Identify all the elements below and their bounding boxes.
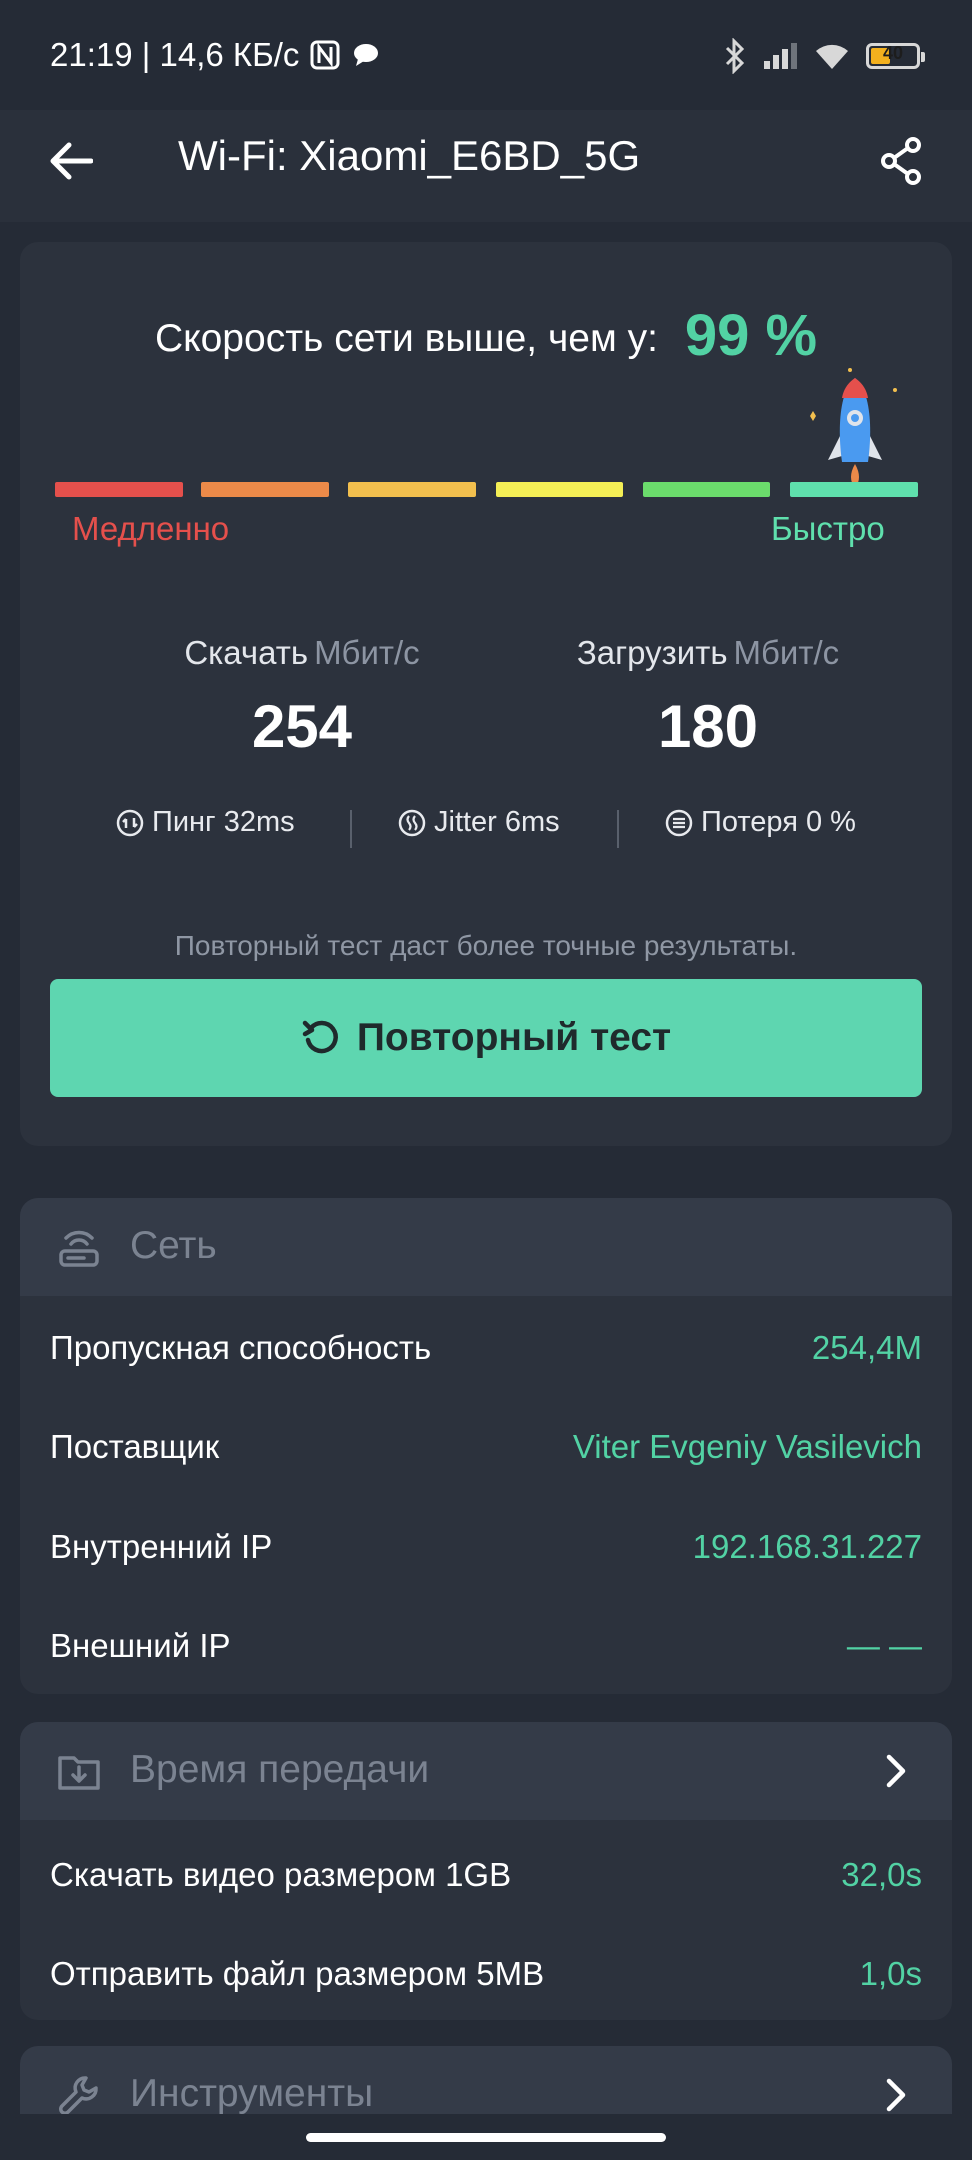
message-icon (354, 44, 379, 66)
share-button[interactable] (868, 128, 934, 194)
app-bar: Wi-Fi: Xiaomi_E6BD_5G (0, 110, 972, 222)
download-value: 254 (251, 693, 353, 760)
speed-scale-segment (790, 482, 918, 497)
download-unit: Мбит/с (314, 634, 420, 671)
loss-value: Потеря 0 % (701, 806, 856, 838)
result-card: Скорость сети выше, чем у: 99 % Медленно… (20, 242, 952, 1146)
router-icon (59, 1230, 99, 1267)
row-label: Внутренний IP (50, 1528, 273, 1565)
download-label-line: Скачать Мбит/с (92, 634, 512, 672)
row-value: — — (846, 1627, 922, 1664)
back-button[interactable] (38, 128, 104, 194)
upload-label: Загрузить (576, 634, 728, 671)
transfer-section-title: Время передачи (130, 1748, 430, 1791)
slow-label: Медленно (72, 510, 230, 547)
download-speed: Скачать Мбит/с 254 (92, 634, 512, 761)
retest-button-label: Повторный тест (356, 1016, 672, 1059)
share-icon (881, 137, 921, 185)
row-label: Скачать видео размером 1GB (50, 1856, 512, 1893)
rocket-icon (810, 368, 897, 488)
wifi-icon (816, 44, 848, 69)
ping-icon (116, 809, 144, 836)
arrow-left-icon (50, 142, 93, 180)
row-label: Внешний IP (50, 1627, 231, 1664)
ping-value: Пинг 32ms (152, 806, 295, 838)
fast-label: Быстро (771, 510, 885, 547)
row-value: Viter Evgeniy Vasilevich (572, 1428, 922, 1465)
jitter-icon (398, 809, 426, 836)
status-time-speed: 21:19 | 14,6 КБ/с (50, 36, 300, 73)
row-label: Отправить файл размером 5MB (50, 1955, 545, 1992)
page-title: Wi-Fi: Xiaomi_E6BD_5G (178, 132, 641, 179)
metric-divider (350, 810, 352, 848)
home-indicator[interactable] (306, 2133, 666, 2142)
status-left: 21:19 | 14,6 КБ/с (50, 36, 381, 74)
nfc-icon (310, 40, 340, 70)
status-bar: 21:19 | 14,6 КБ/с 40 (0, 0, 972, 110)
chevron-right-icon (872, 1746, 922, 1796)
transfer-time-card: Время передачи Скачать видео размером 1G… (20, 1722, 952, 2020)
speed-scale-segment (348, 482, 476, 497)
row-label: Поставщик (50, 1428, 220, 1465)
jitter-value: Jitter 6ms (434, 806, 560, 838)
wrench-icon (59, 2076, 98, 2115)
packet-loss-icon (665, 809, 693, 836)
retest-hint: Повторный тест даст более точные результ… (174, 930, 798, 961)
retest-button[interactable]: Повторный тест (50, 979, 922, 1097)
ping-metric: Пинг 32ms (116, 806, 295, 839)
percentile-label: Скорость сети выше, чем у: (154, 317, 658, 360)
download-label: Скачать (184, 634, 309, 671)
folder-download-icon (58, 1756, 100, 1790)
speed-scale-segment (496, 482, 623, 497)
metric-divider (617, 810, 619, 848)
status-right: 40 (724, 36, 925, 76)
speed-scale-segment (643, 482, 770, 497)
upload-unit: Мбит/с (733, 634, 840, 671)
bluetooth-icon (725, 38, 745, 74)
upload-speed: Загрузить Мбит/с 180 (498, 634, 918, 761)
transfer-section-header[interactable]: Время передачи (20, 1722, 952, 1820)
network-card: Сеть Пропускная способность 254,4M Поста… (20, 1198, 952, 1694)
transfer-row-video: Скачать видео размером 1GB 32,0s (50, 1840, 922, 1910)
percentile-line: Скорость сети выше, чем у: 99 % (20, 302, 952, 369)
chevron-right-icon (872, 2070, 922, 2120)
row-value: 1,0s (859, 1955, 922, 1992)
percentile-value: 99 % (684, 303, 818, 368)
network-row-provider: Поставщик Viter Evgeniy Vasilevich (50, 1412, 922, 1482)
loss-metric: Потеря 0 % (665, 806, 856, 839)
row-value: 192.168.31.227 (692, 1528, 922, 1565)
upload-value: 180 (657, 693, 759, 760)
signal-icon (764, 43, 797, 69)
jitter-metric: Jitter 6ms (398, 806, 560, 839)
speed-scale-segment (201, 482, 329, 497)
speed-scale-segment (55, 482, 183, 497)
metrics-row: Пинг 32ms Jitter 6ms Потеря 0 % (20, 806, 952, 856)
network-row-bandwidth: Пропускная способность 254,4M (50, 1313, 922, 1383)
tools-section-title: Инструменты (130, 2072, 374, 2115)
battery-level: 40 (882, 43, 904, 63)
row-value: 32,0s (841, 1856, 922, 1893)
refresh-icon (302, 1020, 338, 1054)
network-section-title: Сеть (130, 1224, 217, 1267)
network-row-external-ip: Внешний IP — — (50, 1611, 922, 1681)
battery-icon: 40 (866, 43, 925, 69)
row-label: Пропускная способность (50, 1329, 432, 1366)
row-value: 254,4M (811, 1329, 922, 1366)
transfer-row-file: Отправить файл размером 5MB 1,0s (50, 1939, 922, 2009)
network-row-internal-ip: Внутренний IP 192.168.31.227 (50, 1512, 922, 1582)
network-section-header: Сеть (20, 1198, 952, 1296)
upload-label-line: Загрузить Мбит/с (498, 634, 918, 672)
